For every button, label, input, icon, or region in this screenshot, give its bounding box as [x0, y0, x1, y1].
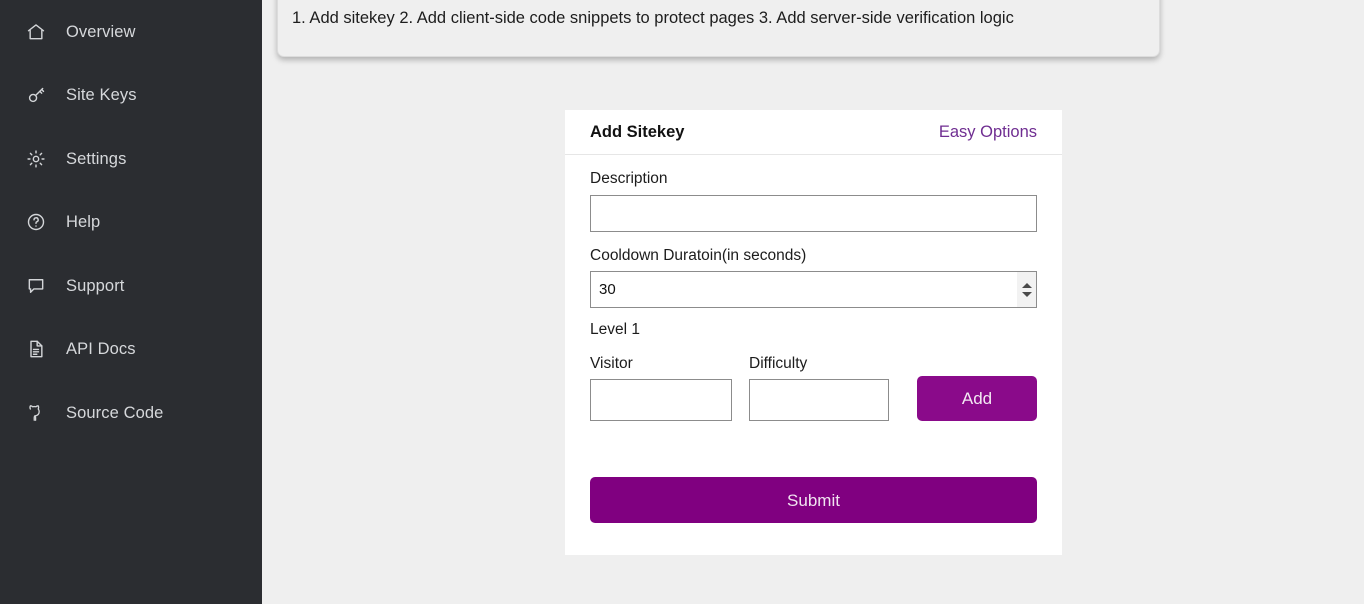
- sidebar-item-source-code[interactable]: Source Code: [0, 381, 262, 445]
- sidebar: Overview Site Keys Settings: [0, 0, 262, 604]
- sidebar-nav-list: Overview Site Keys Settings: [0, 0, 262, 445]
- spacer: [590, 232, 1037, 248]
- sidebar-item-label: Overview: [66, 24, 136, 41]
- add-sitekey-card-header: Add Sitekey Easy Options: [565, 110, 1062, 155]
- visitor-field: Visitor: [590, 356, 732, 422]
- add-sitekey-card: Add Sitekey Easy Options Description Coo…: [565, 110, 1062, 555]
- stepper-down-icon[interactable]: [1022, 292, 1032, 297]
- number-stepper[interactable]: [1017, 272, 1036, 307]
- key-icon: [25, 84, 47, 106]
- question-circle-icon: [25, 211, 47, 233]
- sidebar-item-overview[interactable]: Overview: [0, 0, 262, 64]
- app-root: Overview Site Keys Settings: [0, 0, 1364, 604]
- card-title: Add Sitekey: [590, 124, 684, 141]
- main-content: 1. Add sitekey 2. Add client-side code s…: [262, 0, 1364, 604]
- add-level-button-wrap: Add: [917, 376, 1037, 421]
- sidebar-item-label: Help: [66, 214, 100, 231]
- sidebar-item-label: Site Keys: [66, 87, 137, 104]
- visitor-input[interactable]: [590, 379, 732, 421]
- gear-icon: [25, 148, 47, 170]
- sidebar-item-label: Support: [66, 278, 125, 295]
- cooldown-duration-input[interactable]: [590, 271, 1037, 308]
- setup-steps-text: 1. Add sitekey 2. Add client-side code s…: [292, 10, 1014, 27]
- sidebar-item-help[interactable]: Help: [0, 191, 262, 255]
- submit-button[interactable]: Submit: [590, 477, 1037, 523]
- description-input[interactable]: [590, 195, 1037, 232]
- sidebar-item-api-docs[interactable]: API Docs: [0, 318, 262, 382]
- difficulty-field: Difficulty: [749, 356, 889, 422]
- level-heading: Level 1: [590, 322, 1037, 338]
- setup-steps-banner: 1. Add sitekey 2. Add client-side code s…: [277, 0, 1160, 57]
- sidebar-item-label: Source Code: [66, 405, 163, 422]
- home-icon: [25, 21, 47, 43]
- cooldown-duration-field: [590, 271, 1037, 308]
- difficulty-input[interactable]: [749, 379, 889, 421]
- sidebar-item-label: API Docs: [66, 341, 136, 358]
- document-icon: [25, 338, 47, 360]
- description-label: Description: [590, 171, 1037, 187]
- difficulty-label: Difficulty: [749, 356, 889, 372]
- sidebar-item-support[interactable]: Support: [0, 254, 262, 318]
- sidebar-item-site-keys[interactable]: Site Keys: [0, 64, 262, 128]
- github-icon: [25, 402, 47, 424]
- sidebar-item-label: Settings: [66, 151, 126, 168]
- add-level-button[interactable]: Add: [917, 376, 1037, 421]
- add-sitekey-form: Description Cooldown Duratoin(in seconds…: [565, 155, 1062, 555]
- cooldown-duration-label: Cooldown Duratoin(in seconds): [590, 248, 1037, 264]
- easy-options-link[interactable]: Easy Options: [939, 124, 1037, 141]
- stepper-up-icon[interactable]: [1022, 283, 1032, 288]
- level-row: Visitor Difficulty Add: [590, 356, 1037, 422]
- visitor-label: Visitor: [590, 356, 732, 372]
- sidebar-item-settings[interactable]: Settings: [0, 127, 262, 191]
- chat-bubble-icon: [25, 275, 47, 297]
